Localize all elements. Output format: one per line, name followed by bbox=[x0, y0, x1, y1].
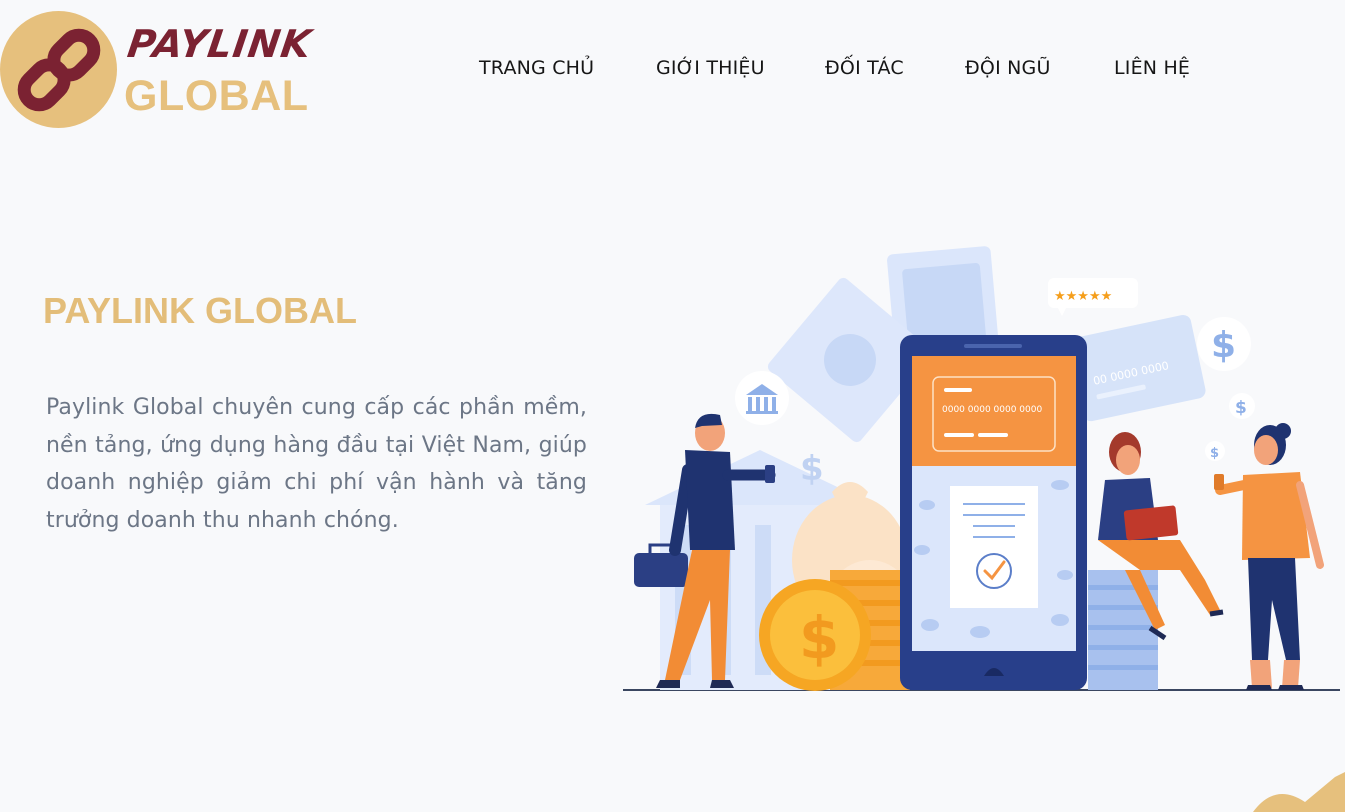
svg-text:★★★★★: ★★★★★ bbox=[1054, 289, 1112, 304]
card-number: 0000 0000 0000 0000 bbox=[942, 405, 1042, 415]
rating-stars-icon: ★★★★★ bbox=[1048, 278, 1138, 316]
svg-text:$: $ bbox=[799, 604, 839, 672]
nav-item-home[interactable]: TRANG CHỦ bbox=[479, 57, 594, 79]
svg-text:$: $ bbox=[1210, 446, 1219, 461]
credit-card-back: 00 0000 0000 bbox=[1068, 314, 1206, 422]
nav-item-team[interactable]: ĐỘI NGŨ bbox=[965, 57, 1051, 79]
svg-text:$: $ bbox=[800, 449, 824, 489]
hero-description: Paylink Global chuyên cung cấp các phần … bbox=[46, 395, 587, 534]
logo-text-global: GLOBAL bbox=[124, 72, 309, 120]
woman-with-card-illustration bbox=[1214, 423, 1324, 690]
hero-title: PAYLINK GLOBAL bbox=[43, 290, 358, 331]
dollar-bubble-icon: $ bbox=[1211, 325, 1236, 366]
nav-item-about[interactable]: GIỚI THIỆU bbox=[656, 57, 765, 79]
nav-item-contact[interactable]: LIÊN HỆ bbox=[1114, 57, 1190, 79]
page: PAYLINK GLOBAL TRANG CHỦ GIỚI THIỆU ĐỐI … bbox=[0, 0, 1345, 812]
brand-logo[interactable]: PAYLINK GLOBAL bbox=[0, 10, 320, 130]
dollar-coin-icon: $ bbox=[759, 579, 871, 691]
chain-link-icon bbox=[0, 11, 117, 128]
decorative-corner-shape bbox=[1245, 772, 1345, 812]
nav-item-partners[interactable]: ĐỐI TÁC bbox=[825, 57, 904, 79]
smartphone-icon: 0000 0000 0000 0000 bbox=[900, 335, 1087, 690]
payment-illustration: 00 0000 0000 $ $ 0000 0000 0000 0000 ★★★… bbox=[620, 240, 1345, 700]
logo-text-paylink: PAYLINK bbox=[124, 22, 315, 66]
svg-text:$: $ bbox=[1235, 398, 1247, 418]
